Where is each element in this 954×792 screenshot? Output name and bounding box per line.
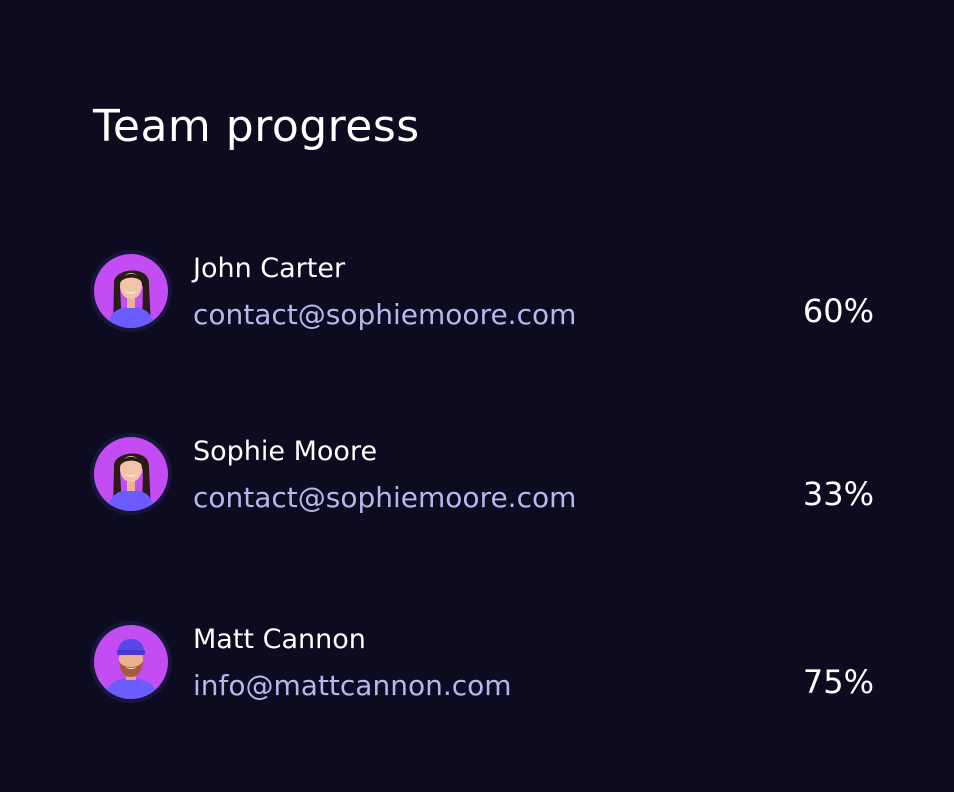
- member-row-matt-cannon[interactable]: Matt Cannon info@mattcannon.com 75%: [90, 621, 880, 711]
- member-progress: 75%: [802, 663, 874, 701]
- member-name: Sophie Moore: [193, 436, 378, 467]
- member-progress: 33%: [802, 475, 874, 513]
- woman-avatar-icon: [94, 254, 168, 328]
- member-email[interactable]: info@mattcannon.com: [193, 669, 512, 703]
- member-email[interactable]: contact@sophiemoore.com: [193, 298, 576, 332]
- man-avatar-icon: [94, 625, 168, 699]
- avatar: [90, 621, 172, 703]
- avatar: [90, 250, 172, 332]
- team-progress-card: Team progress John Carter contact@sophie…: [0, 0, 954, 792]
- member-name: Matt Cannon: [193, 624, 366, 655]
- page-title: Team progress: [93, 101, 420, 152]
- woman-avatar-icon: [94, 437, 168, 511]
- avatar: [90, 433, 172, 515]
- member-row-john-carter[interactable]: John Carter contact@sophiemoore.com 60%: [90, 250, 880, 340]
- member-name: John Carter: [193, 253, 346, 284]
- member-progress: 60%: [802, 292, 874, 330]
- member-row-sophie-moore[interactable]: Sophie Moore contact@sophiemoore.com 33%: [90, 433, 880, 523]
- member-email[interactable]: contact@sophiemoore.com: [193, 481, 576, 515]
